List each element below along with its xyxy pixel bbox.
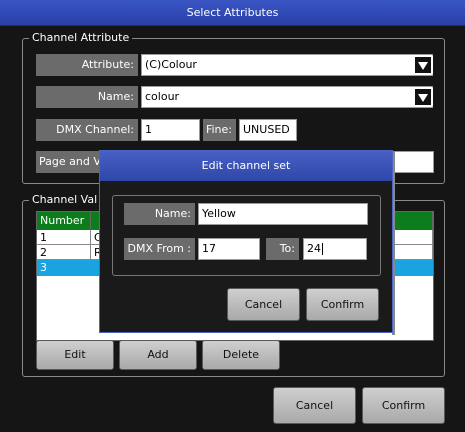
- page-label: Page and V: [36, 151, 100, 173]
- dmx-channel-input[interactable]: 1: [141, 119, 200, 141]
- table-row-number[interactable]: 3: [37, 260, 91, 275]
- edit-channel-set-dialog: Edit channel set Name: Yellow DMX From :…: [99, 150, 393, 333]
- dmx-from-input[interactable]: 17: [198, 238, 260, 260]
- column-header-number[interactable]: Number: [37, 212, 91, 230]
- dialog-name-label: Name:: [124, 203, 195, 225]
- name-select[interactable]: colour: [141, 86, 433, 108]
- dmx-to-label: To:: [266, 238, 299, 260]
- confirm-button[interactable]: Confirm: [362, 387, 445, 424]
- channel-values-title: Channel Val: [29, 193, 101, 207]
- dmx-to-value: 24: [307, 242, 321, 255]
- channel-attribute-title: Channel Attribute: [29, 31, 133, 45]
- dmx-from-label: DMX From :: [124, 238, 195, 260]
- edit-button[interactable]: Edit: [36, 340, 114, 370]
- table-row-number[interactable]: 2: [37, 245, 91, 260]
- cancel-button[interactable]: Cancel: [273, 387, 356, 424]
- delete-button[interactable]: Delete: [202, 340, 280, 370]
- add-button[interactable]: Add: [119, 340, 197, 370]
- fine-label: Fine:: [203, 119, 236, 141]
- attribute-dropdown-icon[interactable]: [413, 55, 433, 75]
- table-row-number[interactable]: 1: [37, 230, 91, 245]
- attribute-label: Attribute:: [36, 54, 138, 76]
- name-label: Name:: [36, 86, 138, 108]
- dialog-title: Edit channel set: [100, 151, 392, 181]
- attribute-select[interactable]: (C)Colour: [141, 54, 433, 76]
- dialog-cancel-button[interactable]: Cancel: [227, 288, 300, 321]
- dmx-channel-label: DMX Channel:: [36, 119, 138, 141]
- window-title: Select Attributes: [186, 6, 279, 19]
- fine-input[interactable]: UNUSED: [239, 119, 297, 141]
- dialog-confirm-button[interactable]: Confirm: [306, 288, 379, 321]
- dialog-name-input[interactable]: Yellow: [198, 203, 368, 225]
- text-cursor: [322, 243, 323, 255]
- window-titlebar: Select Attributes: [0, 0, 465, 26]
- dmx-to-input[interactable]: 24: [303, 238, 367, 260]
- page-input[interactable]: [390, 151, 434, 173]
- name-dropdown-icon[interactable]: [413, 87, 433, 107]
